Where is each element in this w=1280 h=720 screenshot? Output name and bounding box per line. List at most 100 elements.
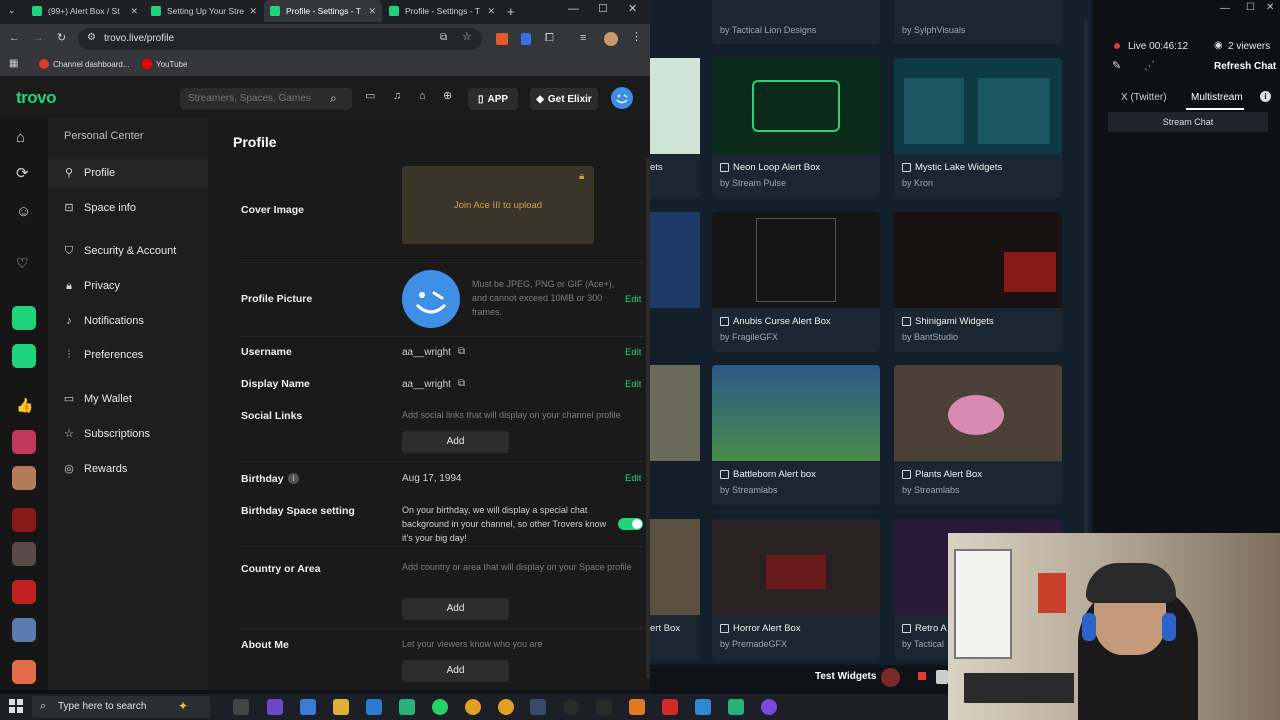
menu-kebab-icon[interactable]: ⋮	[631, 32, 642, 43]
heart-icon[interactable]: ♡	[16, 256, 29, 270]
thumbs-up-icon[interactable]: 👍	[16, 398, 33, 412]
acrobat-icon[interactable]	[662, 699, 678, 715]
close-icon[interactable]: ✕	[487, 6, 495, 17]
add-about-me-button[interactable]: Add	[402, 660, 509, 682]
get-elixir-button[interactable]: ◆ Get Elixir	[530, 88, 598, 110]
record-icon[interactable]	[881, 668, 900, 687]
reload-icon[interactable]: ↻	[57, 33, 66, 44]
site-info-icon[interactable]: ⚙	[87, 33, 96, 43]
address-bar[interactable]: ⚙ trovo.live/profile ⧉ ☆	[78, 28, 482, 50]
file-explorer-icon[interactable]	[333, 699, 349, 715]
sidebar-item-wallet[interactable]: ▭ My Wallet	[62, 384, 208, 414]
app-icon[interactable]	[399, 699, 415, 715]
trovo-channel-icon[interactable]	[12, 344, 36, 368]
add-country-button[interactable]: Add	[402, 598, 509, 620]
edit-display-name-link[interactable]: Edit	[625, 379, 641, 390]
edge-icon[interactable]	[366, 699, 382, 715]
share-icon[interactable]: ⋰	[1144, 59, 1155, 72]
bell-icon[interactable]: ♫	[393, 91, 401, 102]
info-icon[interactable]: i	[1260, 91, 1271, 102]
profile-picture[interactable]	[402, 270, 460, 328]
widget-card[interactable]: Battleborn Alert box by Streamlabs	[712, 365, 880, 505]
taskbar-search[interactable]: ⌕ Type here to search ✦	[32, 696, 210, 718]
widget-settings-icon[interactable]	[936, 670, 948, 684]
close-window-icon[interactable]: ✕	[628, 4, 637, 15]
cover-image-upload[interactable]: Join Ace III to upload 🔒︎	[402, 166, 594, 244]
test-widgets-button[interactable]: Test Widgets	[815, 671, 876, 682]
maximize-icon[interactable]: ☐	[1246, 2, 1255, 13]
live-channel-avatar[interactable]	[12, 580, 36, 604]
widget-card[interactable]: Shinigami Widgets by BantStudio	[894, 212, 1062, 352]
sidebar-item-rewards[interactable]: ◎ Rewards	[62, 454, 208, 484]
sidebar-item-privacy[interactable]: 🔒︎ Privacy	[62, 271, 208, 301]
maximize-icon[interactable]: ☐	[598, 4, 608, 15]
back-icon[interactable]: ←	[9, 33, 20, 44]
profile-avatar-icon[interactable]	[604, 32, 618, 46]
new-tab-button[interactable]: +	[507, 5, 515, 18]
tab-x-twitter[interactable]: X (Twitter)	[1121, 92, 1167, 103]
vlc-icon[interactable]	[629, 699, 645, 715]
chrome-icon[interactable]	[465, 699, 481, 715]
globe-icon[interactable]: ⊕	[443, 91, 452, 102]
widget-card-partial[interactable]: ets	[650, 58, 700, 198]
edit-username-link[interactable]: Edit	[625, 347, 641, 358]
app-icon[interactable]	[761, 699, 777, 715]
install-icon[interactable]: ⧉	[440, 33, 447, 43]
messages-icon[interactable]: ▭	[365, 91, 375, 102]
edit-birthday-link[interactable]: Edit	[625, 473, 641, 484]
windows-start-icon[interactable]	[9, 699, 23, 713]
browser-tab-active[interactable]: Profile - Settings - T ✕	[264, 0, 382, 22]
info-icon[interactable]: i	[288, 473, 299, 484]
obs-icon[interactable]	[563, 699, 579, 715]
sidebar-item-preferences[interactable]: ⫶ Preferences	[62, 340, 208, 370]
widget-card[interactable]: Neon Loop Alert Box by Stream Pulse	[712, 58, 880, 198]
live-channel-avatar[interactable]	[12, 618, 36, 642]
sidebar-item-subscriptions[interactable]: ☆ Subscriptions	[62, 419, 208, 449]
sidebar-item-security[interactable]: ⛉ Security & Account	[62, 236, 208, 266]
trovo-logo[interactable]: trovo	[16, 88, 57, 108]
widget-thumbnail[interactable]	[650, 212, 700, 308]
live-channel-avatar[interactable]	[12, 466, 36, 490]
widget-card[interactable]: Horror Alert Box by PremadeGFX	[712, 519, 880, 659]
apps-grid-icon[interactable]: ▦	[9, 59, 18, 69]
browser-tab[interactable]: (99+) Alert Box / St ✕	[26, 0, 144, 22]
close-icon[interactable]: ✕	[249, 6, 257, 17]
app-download-button[interactable]: ▯ APP	[468, 88, 518, 110]
home-icon[interactable]: ⌂	[16, 130, 25, 145]
reading-list-icon[interactable]: ≡	[580, 33, 586, 44]
add-social-links-button[interactable]: Add	[402, 431, 509, 453]
live-channel-avatar[interactable]	[12, 660, 36, 684]
widget-card-partial[interactable]: ert Box	[650, 519, 700, 659]
edit-profile-picture-link[interactable]: Edit	[625, 294, 641, 305]
trovo-search-input[interactable]: Streamers, Spaces, Games ⌕	[180, 88, 352, 110]
birthday-space-toggle[interactable]	[618, 518, 643, 530]
widget-card[interactable]: Plants Alert Box by Streamlabs	[894, 365, 1062, 505]
widget-card[interactable]: Anubis Curse Alert Box by FragileGFX	[712, 212, 880, 352]
bookmark-star-icon[interactable]: ☆	[462, 32, 472, 43]
browser-tab[interactable]: Profile - Settings - T ✕	[383, 0, 501, 22]
forward-icon[interactable]: →	[33, 33, 44, 44]
copy-icon[interactable]: ⧉	[458, 346, 465, 357]
refresh-chat-button[interactable]: Refresh Chat	[1214, 61, 1276, 72]
close-window-icon[interactable]: ✕	[1266, 2, 1274, 13]
close-icon[interactable]: ✕	[130, 6, 138, 17]
widget-card-partial[interactable]: by SylphVisuals	[894, 0, 1062, 44]
task-view-icon[interactable]	[233, 699, 249, 715]
sidebar-item-notifications[interactable]: ♪ Notifications	[62, 306, 208, 336]
whatsapp-icon[interactable]	[432, 699, 448, 715]
account-icon[interactable]: ☺	[16, 204, 31, 219]
browser-tab[interactable]: Setting Up Your Stre ✕	[145, 0, 263, 22]
widget-card-partial[interactable]: by Tactical Lion Designs	[712, 0, 880, 44]
search-icon[interactable]: ⌕	[330, 92, 337, 104]
live-channel-avatar[interactable]	[12, 430, 36, 454]
calendar-app-icon[interactable]	[300, 699, 316, 715]
app-icon[interactable]	[728, 699, 744, 715]
chrome-active-icon[interactable]	[498, 699, 514, 715]
minimize-icon[interactable]: —	[568, 4, 579, 15]
app-icon[interactable]	[695, 699, 711, 715]
tab-multistream[interactable]: Multistream	[1191, 92, 1243, 103]
trovo-channel-icon[interactable]	[12, 306, 36, 330]
sidebar-item-profile[interactable]: ⚲ Profile	[48, 158, 208, 188]
copilot-icon[interactable]	[267, 699, 283, 715]
bookmark-channel-dashboard[interactable]: Channel dashboard...	[53, 60, 130, 69]
